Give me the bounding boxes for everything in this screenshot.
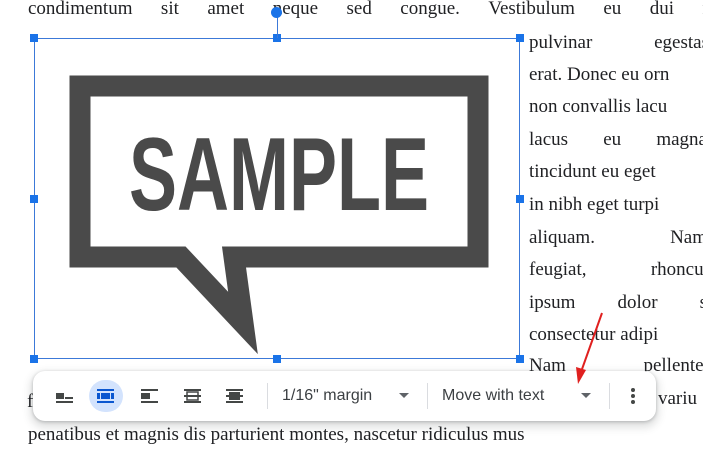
word: lacus bbox=[529, 129, 569, 150]
resize-handle-bottom-right[interactable] bbox=[516, 355, 524, 363]
margin-dropdown-label: 1/16" margin bbox=[282, 387, 373, 404]
more-options-button[interactable] bbox=[623, 380, 643, 412]
resize-handle-right[interactable] bbox=[516, 195, 524, 203]
word: congue. bbox=[400, 0, 460, 19]
word: sed bbox=[346, 0, 372, 19]
word: egestas bbox=[654, 32, 703, 53]
word: eu bbox=[603, 0, 622, 19]
word: magna bbox=[656, 129, 703, 150]
doc-bottom-line: penatibus et magnis dis parturient monte… bbox=[28, 424, 525, 445]
chevron-down-icon bbox=[581, 393, 591, 398]
doc-right-line: pulvinar egestas bbox=[529, 32, 703, 54]
margin-dropdown[interactable]: 1/16" margin bbox=[282, 380, 412, 412]
resize-handle-top-left[interactable] bbox=[30, 34, 38, 42]
position-dropdown[interactable]: Move with text bbox=[442, 380, 597, 412]
word: ipsum bbox=[529, 292, 576, 313]
word: eu bbox=[603, 129, 622, 150]
word: consectetur adipi bbox=[529, 324, 659, 345]
word: dui bbox=[649, 0, 674, 19]
chevron-down-icon bbox=[399, 393, 409, 398]
word: condimentum bbox=[28, 0, 133, 19]
doc-right-line: tincidunt eu eget bbox=[529, 161, 656, 183]
word: sit bbox=[160, 0, 179, 19]
break-text-button[interactable] bbox=[133, 380, 167, 412]
doc-right-line: lacus eu magna bbox=[529, 129, 703, 151]
image-options-toolbar: 1/16" margin Move with text bbox=[33, 371, 656, 421]
rotate-handle[interactable] bbox=[271, 7, 282, 18]
word: Nam bbox=[670, 227, 703, 248]
doc-right-line: in nibh eget turpi bbox=[529, 194, 659, 216]
word: amet bbox=[207, 0, 245, 19]
word: pulvinar bbox=[529, 32, 593, 53]
word: in nibh eget turpi bbox=[529, 194, 660, 215]
doc-right-line: erat. Donec eu orn bbox=[529, 64, 669, 86]
behind-text-icon bbox=[184, 389, 201, 403]
word: erat. Donec eu orn bbox=[529, 64, 670, 85]
word: rhoncus bbox=[650, 259, 703, 280]
word: aliquam. bbox=[529, 227, 595, 248]
word: dolor bbox=[617, 292, 658, 313]
resize-handle-left[interactable] bbox=[30, 195, 38, 203]
sample-image: SAMPLE bbox=[69, 75, 489, 355]
doc-right-line: ipsum dolor s bbox=[529, 292, 703, 314]
word: Vestibulum bbox=[488, 0, 575, 19]
break-text-icon bbox=[141, 389, 158, 403]
resize-handle-bottom[interactable] bbox=[273, 355, 281, 363]
behind-text-button[interactable] bbox=[176, 380, 210, 412]
doc-right-line: consectetur adipi bbox=[529, 324, 658, 346]
doc-right-line: feugiat, rhoncus bbox=[529, 259, 703, 281]
wrap-text-button[interactable] bbox=[89, 380, 123, 412]
position-dropdown-label: Move with text bbox=[442, 387, 545, 404]
word: s bbox=[700, 292, 703, 314]
toolbar-divider bbox=[427, 383, 428, 409]
word: feugiat, bbox=[529, 259, 587, 280]
doc-top-line: condimentum sit amet neque sed congue. V… bbox=[28, 0, 703, 20]
toolbar-divider bbox=[609, 383, 610, 409]
resize-handle-bottom-left[interactable] bbox=[30, 355, 38, 363]
in-front-of-text-icon bbox=[226, 389, 243, 403]
in-front-of-text-button[interactable] bbox=[218, 380, 252, 412]
resize-handle-top-right[interactable] bbox=[516, 34, 524, 42]
inline-text-button[interactable] bbox=[48, 380, 82, 412]
selected-image[interactable]: SAMPLE bbox=[34, 38, 520, 359]
word: non convallis lacu bbox=[529, 96, 668, 117]
sample-image-text: SAMPLE bbox=[129, 117, 429, 233]
word: tincidunt eu eget bbox=[529, 161, 656, 182]
inline-text-icon bbox=[56, 393, 73, 403]
doc-right-line: non convallis lacu bbox=[529, 96, 667, 118]
doc-right-fragment: variu bbox=[658, 388, 698, 409]
wrap-text-icon bbox=[97, 389, 114, 403]
toolbar-divider bbox=[267, 383, 268, 409]
doc-right-line: aliquam. Nam bbox=[529, 227, 703, 249]
